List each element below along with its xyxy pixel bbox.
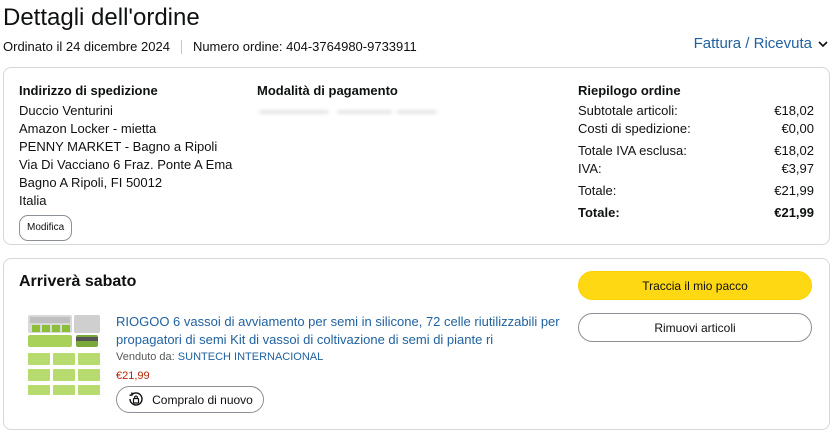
summary-label: Totale: xyxy=(578,205,620,220)
address-line: Amazon Locker - mietta xyxy=(19,121,157,136)
summary-row: Totale: €21,99 xyxy=(578,182,814,200)
summary-value: €18,02 xyxy=(774,103,814,118)
summary-label: Subtotale articoli: xyxy=(578,103,678,118)
seller-name-link[interactable]: SUNTECH INTERNACIONAL xyxy=(178,351,323,363)
order-date: Ordinato il 24 dicembre 2024 xyxy=(3,39,170,54)
summary-value: €0,00 xyxy=(781,121,814,136)
payment-method-section: Modalità di pagamento xyxy=(257,82,497,120)
address-line: Duccio Venturini xyxy=(19,103,113,118)
summary-grand-total-row: Totale: €21,99 xyxy=(578,204,814,222)
summary-value: €3,97 xyxy=(781,161,814,176)
invoice-label[interactable]: Fattura / Ricevuta xyxy=(694,35,812,52)
summary-value: €21,99 xyxy=(774,183,814,198)
track-package-button[interactable]: Traccia il mio pacco xyxy=(578,271,812,300)
page-title: Dettagli dell'ordine xyxy=(3,4,200,31)
order-meta: Ordinato il 24 dicembre 2024 Numero ordi… xyxy=(3,39,417,54)
address-line: Bagno A Ripoli, FI 50012 xyxy=(19,175,163,190)
chevron-down-icon xyxy=(818,40,828,47)
address-line: PENNY MARKET - Bagno a Ripoli xyxy=(19,139,218,154)
divider xyxy=(180,39,182,54)
summary-value: €18,02 xyxy=(774,143,814,158)
order-summary-title: Riepilogo ordine xyxy=(578,83,681,98)
product-image[interactable] xyxy=(24,311,104,399)
shipping-address-title: Indirizzo di spedizione xyxy=(19,83,158,98)
redacted-payment-info xyxy=(257,104,437,120)
summary-label: Costi di spedizione: xyxy=(578,121,691,136)
address-line: Via Di Vacciano 6 Fraz. Ponte A Ema xyxy=(19,157,233,172)
summary-label: IVA: xyxy=(578,161,602,176)
edit-address-button[interactable]: Modifica xyxy=(19,215,73,241)
buy-again-button[interactable]: Compralo di nuovo xyxy=(116,386,264,413)
delivery-status: Arriverà sabato xyxy=(19,273,137,290)
summary-value: €21,99 xyxy=(774,205,814,220)
product-price: €21,99 xyxy=(116,370,150,382)
seller-info: Venduto da: SUNTECH INTERNACIONAL xyxy=(116,351,323,363)
payment-method-title: Modalità di pagamento xyxy=(257,83,398,98)
summary-label: Totale: xyxy=(578,183,617,198)
invoice-dropdown-link[interactable]: Fattura / Ricevuta xyxy=(694,35,829,52)
order-summary-card: Indirizzo di spedizione Duccio Venturini… xyxy=(3,67,830,245)
shipping-address-section: Indirizzo di spedizione Duccio Venturini… xyxy=(19,82,249,241)
summary-row: IVA: €3,97 xyxy=(578,160,814,178)
seller-prefix: Venduto da: xyxy=(116,351,175,363)
summary-row: Totale IVA esclusa: €18,02 xyxy=(578,142,814,160)
product-title-link[interactable]: RIOGOO 6 vassoi di avviamento per semi i… xyxy=(116,313,566,349)
summary-row: Subtotale articoli: €18,02 xyxy=(578,102,814,120)
order-number: Numero ordine: 404-3764980-9733911 xyxy=(192,39,417,54)
address-line: Italia xyxy=(19,193,47,208)
summary-label: Totale IVA esclusa: xyxy=(578,143,687,158)
order-summary-section: Riepilogo ordine Subtotale articoli: €18… xyxy=(578,82,814,222)
shipment-card: Arriverà sabato Traccia il mio pacco Rim… xyxy=(3,258,830,430)
buy-again-label[interactable]: Compralo di nuovo xyxy=(152,393,253,407)
remove-items-button[interactable]: Rimuovi articoli xyxy=(578,313,812,342)
summary-row: Costi di spedizione: €0,00 xyxy=(578,120,814,138)
reorder-bag-icon xyxy=(129,391,143,406)
